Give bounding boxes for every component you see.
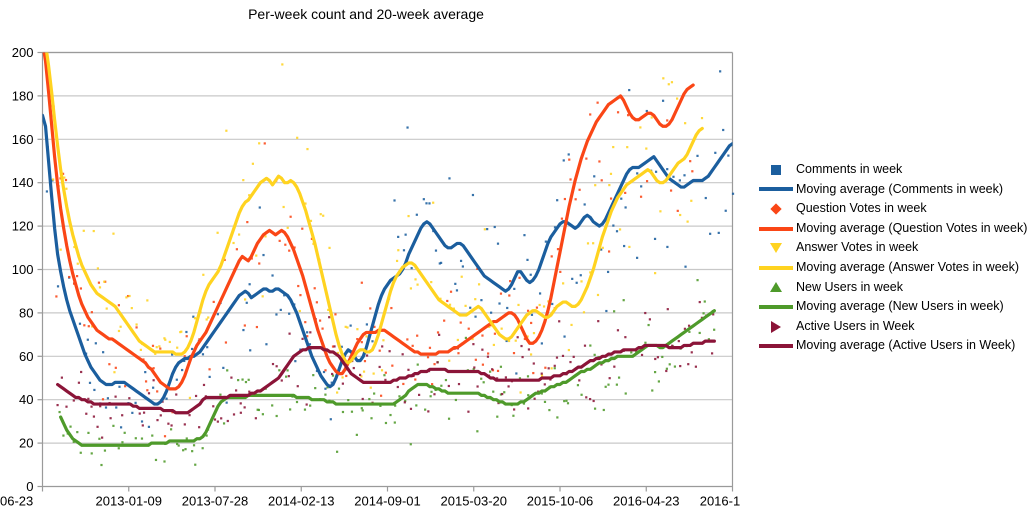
- legend-line-swatch-icon: [756, 265, 796, 270]
- svg-text:2013-07-28: 2013-07-28: [182, 494, 249, 509]
- marker-glyph: [770, 203, 782, 215]
- legend-item[interactable]: Moving average (Active Users in Week): [756, 336, 1031, 356]
- svg-text:200: 200: [12, 45, 34, 60]
- marker-glyph: [759, 304, 793, 309]
- chart-legend: Comments in week Moving average (Comments…: [756, 160, 1031, 356]
- marker-glyph: [771, 320, 781, 333]
- marker-glyph: [771, 164, 781, 175]
- legend-item-label: New Users in week: [796, 279, 903, 294]
- legend-item[interactable]: Moving average (Comments in week): [756, 180, 1031, 200]
- chart-page: Per-week count and 20-week average 0 20 40…: [0, 0, 1031, 513]
- series-lines: [42, 52, 733, 447]
- legend-item[interactable]: New Users in week: [756, 278, 1031, 298]
- legend-item-label: Moving average (Question Votes in week): [796, 220, 1028, 235]
- svg-text:2014-02-13: 2014-02-13: [268, 494, 335, 509]
- square-marker-icon: [756, 164, 796, 175]
- marker-glyph: [759, 344, 793, 349]
- legend-line-swatch-icon: [756, 226, 796, 231]
- legend-item[interactable]: Comments in week: [756, 160, 1031, 180]
- legend-item-label: Moving average (Answer Votes in week): [796, 259, 1020, 274]
- svg-text:0: 0: [26, 479, 33, 494]
- triangle-right-marker-icon: [756, 320, 796, 333]
- legend-item[interactable]: Question Votes in week: [756, 199, 1031, 219]
- marker-glyph: [770, 243, 782, 254]
- svg-text:60: 60: [19, 349, 33, 364]
- legend-item-label: Moving average (Comments in week): [796, 181, 1004, 196]
- legend-item-label: Answer Votes in week: [796, 240, 919, 255]
- diamond-marker-icon: [756, 203, 796, 215]
- svg-text:180: 180: [12, 88, 34, 103]
- svg-text:120: 120: [12, 219, 34, 234]
- marker-glyph: [770, 282, 782, 293]
- legend-line-swatch-icon: [756, 187, 796, 192]
- legend-item-label: Moving average (Active Users in Week): [796, 338, 1016, 353]
- svg-text:2016-11-09: 2016-11-09: [700, 494, 740, 509]
- marker-glyph: [759, 226, 793, 231]
- legend-item[interactable]: Moving average (New Users in week): [756, 297, 1031, 317]
- svg-text:40: 40: [19, 392, 33, 407]
- svg-text:20: 20: [19, 436, 33, 451]
- marker-glyph: [759, 265, 793, 270]
- legend-item[interactable]: Active Users in Week: [756, 317, 1031, 337]
- scatter-points: [45, 63, 735, 467]
- x-axis-tick-labels: 2012-06-23 2013-01-09 2013-07-28 2014-02-13…: [0, 494, 740, 509]
- marker-glyph: [759, 187, 793, 192]
- chart-svg: 020406080100120140160180200 2012-06-2320…: [0, 45, 740, 509]
- legend-item-label: Question Votes in week: [796, 201, 927, 216]
- svg-text:2015-10-06: 2015-10-06: [527, 494, 594, 509]
- legend-item[interactable]: Moving average (Answer Votes in week): [756, 258, 1031, 278]
- y-axis-tick-labels: 0 20 40 60 80 100 120 140 160 180 200: [12, 45, 34, 494]
- legend-item[interactable]: Moving average (Question Votes in week): [756, 219, 1031, 239]
- legend-item[interactable]: Answer Votes in week: [756, 238, 1031, 258]
- plot-area: 020406080100120140160180200 2012-06-2320…: [0, 0, 740, 513]
- legend-item-label: Moving average (New Users in week): [796, 299, 1004, 314]
- svg-text:140: 140: [12, 175, 34, 190]
- legend-line-swatch-icon: [756, 304, 796, 309]
- triangle-down-marker-icon: [756, 243, 796, 254]
- svg-text:100: 100: [12, 262, 34, 277]
- legend-item-label: Active Users in Week: [796, 318, 915, 333]
- svg-text:2015-03-20: 2015-03-20: [441, 494, 508, 509]
- svg-text:160: 160: [12, 132, 34, 147]
- svg-text:80: 80: [19, 305, 33, 320]
- svg-text:2016-04-23: 2016-04-23: [613, 494, 680, 509]
- legend-line-swatch-icon: [756, 344, 796, 349]
- svg-text:2012-06-23: 2012-06-23: [0, 494, 33, 509]
- svg-text:2013-01-09: 2013-01-09: [96, 494, 163, 509]
- legend-item-label: Comments in week: [796, 162, 903, 176]
- triangle-up-marker-icon: [756, 282, 796, 293]
- svg-text:2014-09-01: 2014-09-01: [354, 494, 421, 509]
